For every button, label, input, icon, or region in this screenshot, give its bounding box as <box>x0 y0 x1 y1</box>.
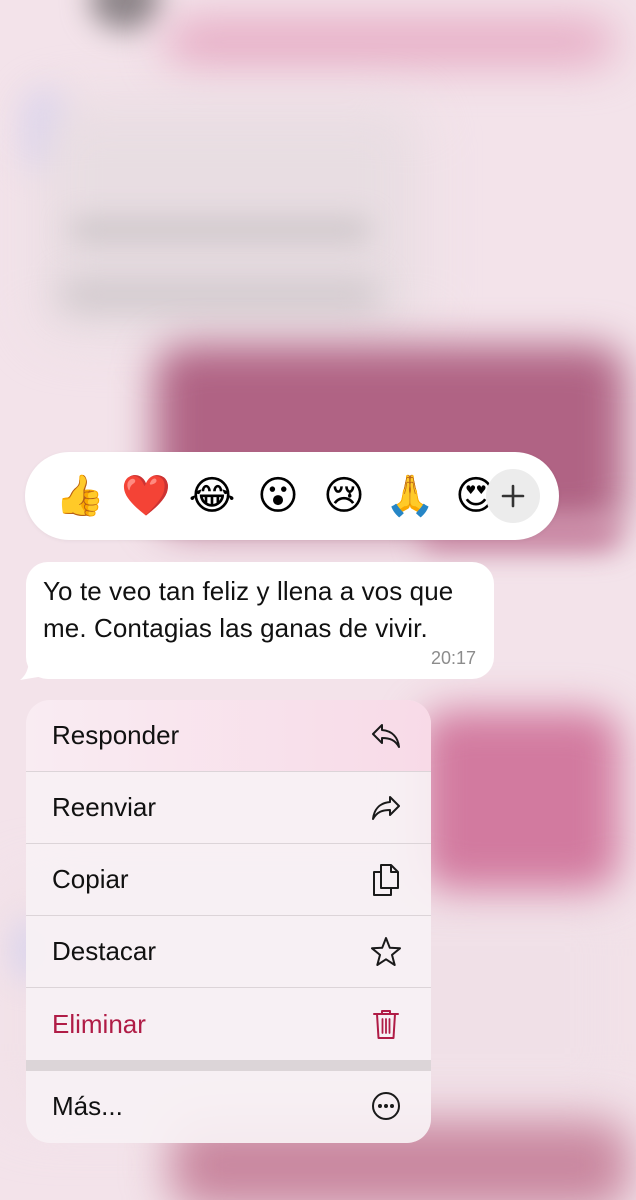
reaction-thumbs-up[interactable]: 👍 <box>47 476 113 516</box>
menu-item-delete[interactable]: Eliminar <box>26 988 431 1060</box>
menu-item-label: Destacar <box>52 936 157 966</box>
reaction-crying[interactable]: 😢 <box>311 476 377 516</box>
message-context-menu: Responder Reenviar Copiar Destacar Elimi… <box>26 700 431 1143</box>
menu-separator <box>26 1060 431 1071</box>
menu-item-forward[interactable]: Reenviar <box>26 772 431 844</box>
menu-item-label: Copiar <box>52 864 129 894</box>
menu-item-label: Reenviar <box>52 792 157 822</box>
menu-item-reply[interactable]: Responder <box>26 700 431 772</box>
message-bubble[interactable]: Yo te veo tan feliz y llena a vos que me… <box>26 562 494 679</box>
reaction-heart[interactable]: ❤️ <box>113 476 179 516</box>
menu-item-label: Responder <box>52 720 180 750</box>
reply-icon <box>369 719 403 753</box>
reaction-pray[interactable]: 🙏 <box>377 476 443 516</box>
message-text: Yo te veo tan feliz y llena a vos que me… <box>43 576 454 643</box>
trash-icon <box>369 1007 403 1041</box>
more-circle-icon <box>369 1089 403 1123</box>
menu-item-more[interactable]: Más... <box>26 1071 431 1141</box>
menu-item-star[interactable]: Destacar <box>26 916 431 988</box>
reaction-bar: 👍 ❤️ 😂 😮 😢 🙏 😍 <box>25 452 559 540</box>
plus-icon <box>501 484 525 508</box>
menu-item-copy[interactable]: Copiar <box>26 844 431 916</box>
forward-icon <box>369 791 403 825</box>
message-timestamp: 20:17 <box>430 648 476 668</box>
copy-icon <box>369 863 403 897</box>
menu-item-label: Más... <box>52 1090 123 1121</box>
more-reactions-button[interactable] <box>486 469 540 523</box>
menu-item-label: Eliminar <box>52 1008 146 1039</box>
reaction-laughing[interactable]: 😂 <box>179 476 245 516</box>
star-icon <box>369 935 403 969</box>
reaction-surprised[interactable]: 😮 <box>245 476 311 516</box>
